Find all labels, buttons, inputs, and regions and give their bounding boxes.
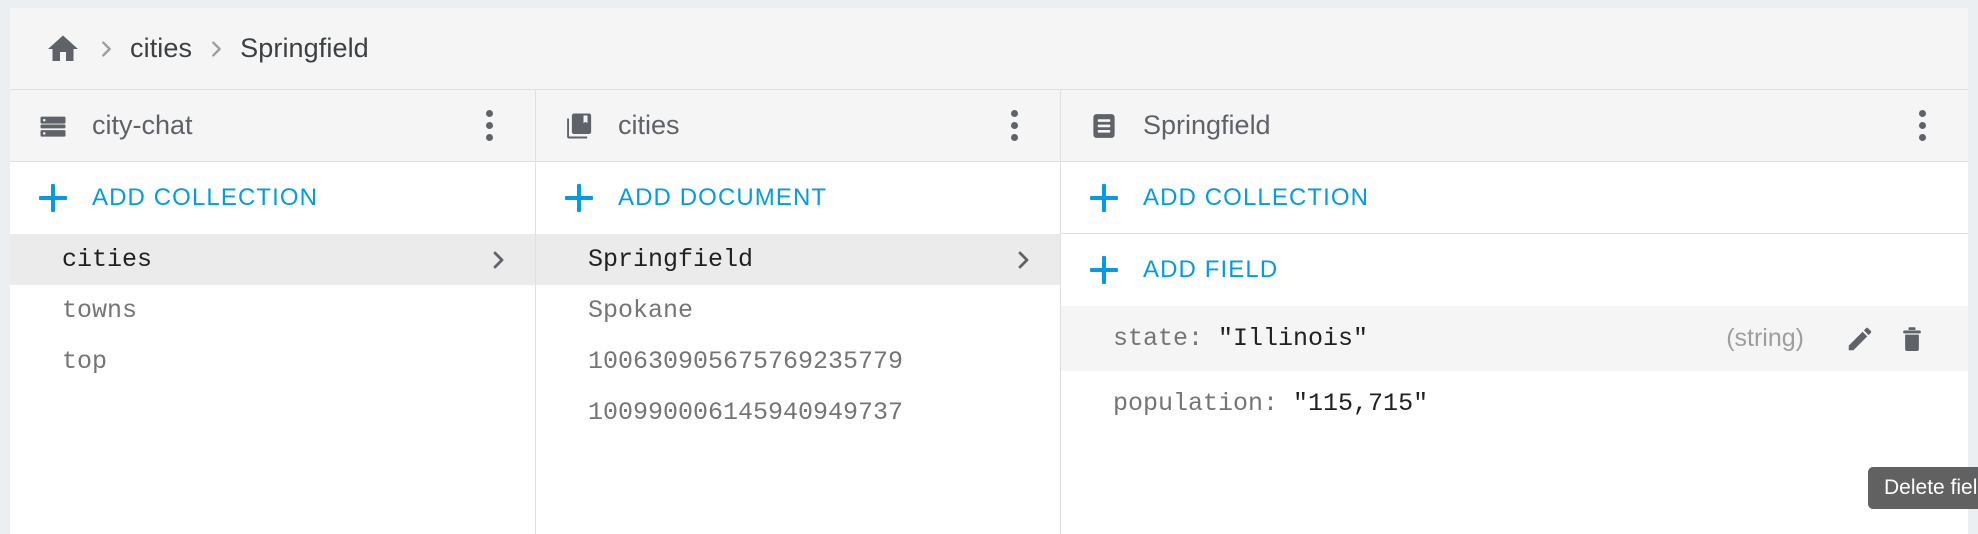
plus-icon — [1087, 181, 1121, 215]
list-item-document-id[interactable]: 100990006145940949737 — [536, 387, 1060, 438]
breadcrumb-item-cities[interactable]: cities — [128, 33, 194, 64]
field-value: "Illinois" — [1218, 324, 1369, 353]
list-item-label: Spokane — [588, 296, 694, 325]
add-document-button[interactable]: ADD DOCUMENT — [536, 162, 1060, 234]
chevron-right-icon — [485, 247, 511, 273]
panels-container: city-chat ADD COLLECTION cities towns to… — [10, 90, 1968, 534]
panel-header-collection: cities — [536, 90, 1060, 162]
document-list: Springfield Spokane 10063090567576923577… — [536, 234, 1060, 438]
list-item-top[interactable]: top — [10, 336, 535, 387]
chevron-right-icon — [194, 29, 238, 69]
add-collection-button[interactable]: ADD COLLECTION — [10, 162, 535, 234]
list-item-cities[interactable]: cities — [10, 234, 535, 285]
field-row-population[interactable]: population: "115,715" — [1061, 371, 1968, 436]
field-type-label: (string) — [1726, 324, 1804, 352]
list-item-springfield[interactable]: Springfield — [536, 234, 1060, 285]
panel-title-collection: cities — [618, 110, 680, 140]
field-separator: : — [1263, 389, 1294, 418]
list-item-label: top — [62, 347, 108, 376]
panel-database: city-chat ADD COLLECTION cities towns to… — [10, 90, 535, 534]
document-icon — [1087, 109, 1121, 143]
breadcrumb: cities Springfield — [10, 8, 1968, 90]
list-item-document-id[interactable]: 100630905675769235779 — [536, 336, 1060, 387]
field-key: population — [1113, 389, 1264, 418]
panel-title-database: city-chat — [92, 110, 193, 140]
add-field-label: ADD FIELD — [1143, 256, 1279, 283]
field-text: state: "Illinois" — [1113, 324, 1726, 353]
panel-document: Springfield ADD COLLECTION ADD FIELD sta… — [1060, 90, 1968, 534]
panel-header-database: city-chat — [10, 90, 535, 162]
list-item-label: 100990006145940949737 — [588, 398, 904, 427]
home-icon[interactable] — [42, 28, 84, 70]
field-separator: : — [1188, 324, 1219, 353]
kebab-menu-icon[interactable] — [467, 104, 511, 148]
plus-icon — [1087, 253, 1121, 287]
kebab-menu-icon[interactable] — [992, 104, 1036, 148]
add-field-button[interactable]: ADD FIELD — [1061, 234, 1968, 306]
add-subcollection-button[interactable]: ADD COLLECTION — [1061, 162, 1968, 234]
field-row-state[interactable]: state: "Illinois" (string) — [1061, 306, 1968, 371]
pencil-icon[interactable] — [1840, 319, 1880, 359]
add-subcollection-label: ADD COLLECTION — [1143, 183, 1370, 211]
panel-header-document: Springfield — [1061, 90, 1968, 162]
chevron-right-icon — [1010, 247, 1036, 273]
field-list: state: "Illinois" (string) population: "… — [1061, 306, 1968, 436]
collections-bookmark-icon — [562, 109, 596, 143]
kebab-menu-icon[interactable] — [1900, 104, 1944, 148]
add-document-label: ADD DOCUMENT — [618, 184, 828, 211]
add-collection-label: ADD COLLECTION — [92, 184, 319, 211]
panel-collection: cities ADD DOCUMENT Springfield Spokane … — [535, 90, 1060, 534]
list-item-towns[interactable]: towns — [10, 285, 535, 336]
panel-title-document: Springfield — [1143, 110, 1271, 140]
plus-icon — [562, 181, 596, 215]
field-key: state — [1113, 324, 1189, 353]
list-item-label: 100630905675769235779 — [588, 347, 904, 376]
breadcrumb-item-springfield[interactable]: Springfield — [238, 33, 371, 64]
firestore-data-browser: cities Springfield city-chat ADD COLLECT… — [0, 0, 1978, 534]
list-item-label: towns — [62, 296, 138, 325]
plus-icon — [36, 181, 70, 215]
trash-icon[interactable] — [1892, 319, 1932, 359]
chevron-right-icon — [84, 29, 128, 69]
list-item-label: cities — [62, 245, 153, 274]
database-icon — [36, 109, 70, 143]
field-value: "115,715" — [1293, 389, 1429, 418]
field-text: population: "115,715" — [1113, 389, 1932, 418]
collection-list: cities towns top — [10, 234, 535, 387]
list-item-spokane[interactable]: Spokane — [536, 285, 1060, 336]
list-item-label: Springfield — [588, 245, 754, 274]
